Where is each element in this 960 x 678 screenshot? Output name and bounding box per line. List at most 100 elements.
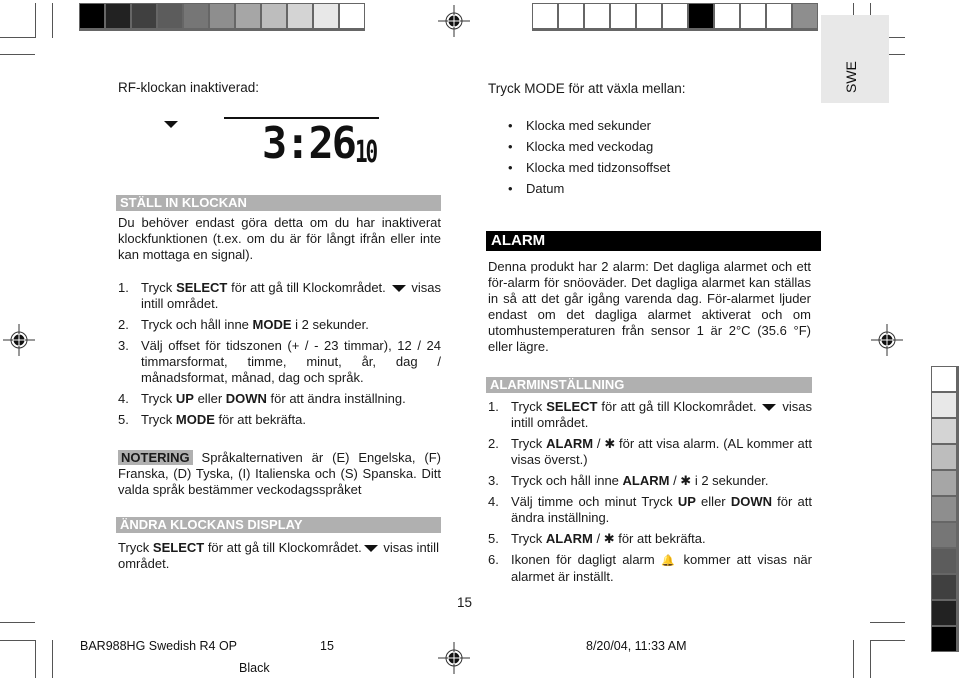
crop-mark bbox=[870, 622, 905, 623]
step-item: 3. Välj offset för tidszonen (+ / - 23 t… bbox=[118, 338, 441, 385]
step-item: 4. Tryck UP eller DOWN för att ändra ins… bbox=[118, 391, 406, 406]
color-swatch bbox=[585, 4, 609, 28]
list-item: Klocka med sekunder bbox=[506, 118, 806, 134]
lcd-time: 3:26 bbox=[262, 118, 357, 169]
alarm-section: ALARM Denna produkt har 2 alarm: Det dag… bbox=[486, 231, 821, 355]
footer-page: 15 bbox=[320, 639, 334, 653]
color-swatch bbox=[80, 4, 104, 28]
note-paragraph: NOTERING Språkalternativen är (E) Engels… bbox=[118, 450, 441, 498]
registration-mark-icon bbox=[871, 324, 903, 356]
color-swatch bbox=[767, 4, 791, 28]
color-swatch bbox=[932, 367, 956, 391]
crop-mark bbox=[52, 3, 53, 38]
footer-plate: Black bbox=[239, 661, 270, 675]
color-swatch bbox=[288, 4, 312, 28]
snooze-light-icon: ✱ bbox=[604, 436, 616, 451]
mode-list: Klocka med sekunder Klocka med veckodag … bbox=[506, 118, 806, 202]
list-item: Datum bbox=[506, 181, 806, 197]
language-tab-label: SWE bbox=[843, 61, 859, 93]
section-heading: ALARMINSTÄLLNING bbox=[486, 377, 812, 393]
triangle-down-icon bbox=[391, 285, 406, 293]
set-clock-section: STÄLL IN KLOCKAN Du behöver endast göra … bbox=[116, 195, 441, 433]
alarm-setting-section: ALARMINSTÄLLNING 1. Tryck SELECT för att… bbox=[486, 377, 812, 590]
step-item: 5. Tryck MODE för att bekräfta. bbox=[118, 412, 306, 427]
color-swatch bbox=[932, 393, 956, 417]
step-item: 5. Tryck ALARM / ✱ för att bekräfta. bbox=[488, 531, 706, 546]
crop-mark bbox=[0, 54, 35, 55]
color-swatch bbox=[932, 419, 956, 443]
step-item: 6. Ikonen för dagligt alarm 🔔 kommer att… bbox=[488, 552, 812, 584]
alarm-bell-icon: 🔔 bbox=[660, 555, 678, 567]
color-swatch bbox=[533, 4, 557, 28]
color-swatch bbox=[611, 4, 635, 28]
crop-mark bbox=[0, 37, 35, 38]
change-display-text: Tryck SELECT för att gå till Klockområde… bbox=[118, 540, 439, 571]
registration-mark-icon bbox=[3, 324, 35, 356]
set-clock-steps: 1. Tryck SELECT för att gå till Klockomr… bbox=[116, 280, 441, 428]
color-swatch bbox=[932, 497, 956, 521]
language-tab: SWE bbox=[821, 15, 889, 103]
triangle-down-icon bbox=[164, 121, 178, 128]
grayscale-color-bar bbox=[79, 3, 365, 31]
color-swatch bbox=[932, 627, 956, 651]
registration-mark-icon bbox=[438, 5, 470, 37]
color-swatch bbox=[210, 4, 234, 28]
process-color-bar bbox=[532, 3, 818, 31]
color-swatch bbox=[932, 575, 956, 599]
section-heading: STÄLL IN KLOCKAN bbox=[116, 195, 441, 211]
color-swatch bbox=[932, 445, 956, 469]
page-number: 15 bbox=[457, 595, 473, 610]
crop-mark bbox=[35, 640, 36, 678]
step-item: 2. Tryck och håll inne MODE i 2 sekunder… bbox=[118, 317, 369, 332]
crop-mark bbox=[52, 640, 53, 678]
crop-mark bbox=[0, 640, 35, 641]
snooze-light-icon: ✱ bbox=[680, 473, 692, 488]
set-clock-intro: Du behöver endast göra detta om du har i… bbox=[118, 215, 441, 262]
section-heading: ALARM bbox=[486, 231, 821, 251]
footer-job-name: BAR988HG Swedish R4 OP bbox=[80, 639, 238, 653]
color-swatch bbox=[715, 4, 739, 28]
crop-mark bbox=[0, 622, 35, 623]
color-swatch bbox=[236, 4, 260, 28]
grayscale-color-bar-vertical bbox=[931, 366, 959, 652]
color-swatch bbox=[932, 471, 956, 495]
section-heading: ÄNDRA KLOCKANS DISPLAY bbox=[116, 517, 441, 533]
color-swatch bbox=[689, 4, 713, 28]
crop-mark bbox=[853, 640, 854, 678]
list-item: Klocka med veckodag bbox=[506, 139, 806, 155]
color-swatch bbox=[793, 4, 817, 28]
registration-mark-icon bbox=[438, 642, 470, 674]
color-swatch bbox=[262, 4, 286, 28]
color-swatch bbox=[132, 4, 156, 28]
crop-mark bbox=[870, 640, 905, 641]
change-display-section: ÄNDRA KLOCKANS DISPLAY Tryck SELECT för … bbox=[116, 517, 441, 572]
step-item: 2. Tryck ALARM / ✱ för att visa alarm. (… bbox=[488, 436, 813, 467]
mode-label: Tryck MODE för att växla mellan: bbox=[488, 81, 686, 96]
alarm-setting-steps: 1. Tryck SELECT för att gå till Klockomr… bbox=[486, 399, 812, 585]
step-item: 4. Välj timme och minut Tryck UP eller D… bbox=[488, 494, 812, 525]
color-swatch bbox=[184, 4, 208, 28]
color-swatch bbox=[559, 4, 583, 28]
color-swatch bbox=[932, 601, 956, 625]
color-swatch bbox=[663, 4, 687, 28]
triangle-down-icon bbox=[363, 545, 378, 553]
step-item: 1. Tryck SELECT för att gå till Klockomr… bbox=[118, 280, 441, 311]
list-item: Klocka med tidzonsoffset bbox=[506, 160, 806, 176]
crop-mark bbox=[870, 640, 871, 678]
color-swatch bbox=[637, 4, 661, 28]
color-swatch bbox=[106, 4, 130, 28]
alarm-text: Denna produkt har 2 alarm: Det dagliga a… bbox=[488, 259, 811, 354]
note-badge: NOTERING bbox=[118, 450, 193, 465]
step-item: 3. Tryck och håll inne ALARM / ✱ i 2 sek… bbox=[488, 473, 769, 488]
triangle-down-icon bbox=[762, 404, 777, 412]
step-item: 1. Tryck SELECT för att gå till Klockomr… bbox=[488, 399, 812, 430]
lcd-seconds: 10 bbox=[355, 135, 378, 170]
color-swatch bbox=[158, 4, 182, 28]
color-swatch bbox=[932, 523, 956, 547]
color-swatch bbox=[314, 4, 338, 28]
crop-mark bbox=[35, 3, 36, 38]
rf-label: RF-klockan inaktiverad: bbox=[118, 80, 260, 95]
footer-datetime: 8/20/04, 11:33 AM bbox=[586, 639, 687, 653]
color-swatch bbox=[932, 549, 956, 573]
color-swatch bbox=[741, 4, 765, 28]
